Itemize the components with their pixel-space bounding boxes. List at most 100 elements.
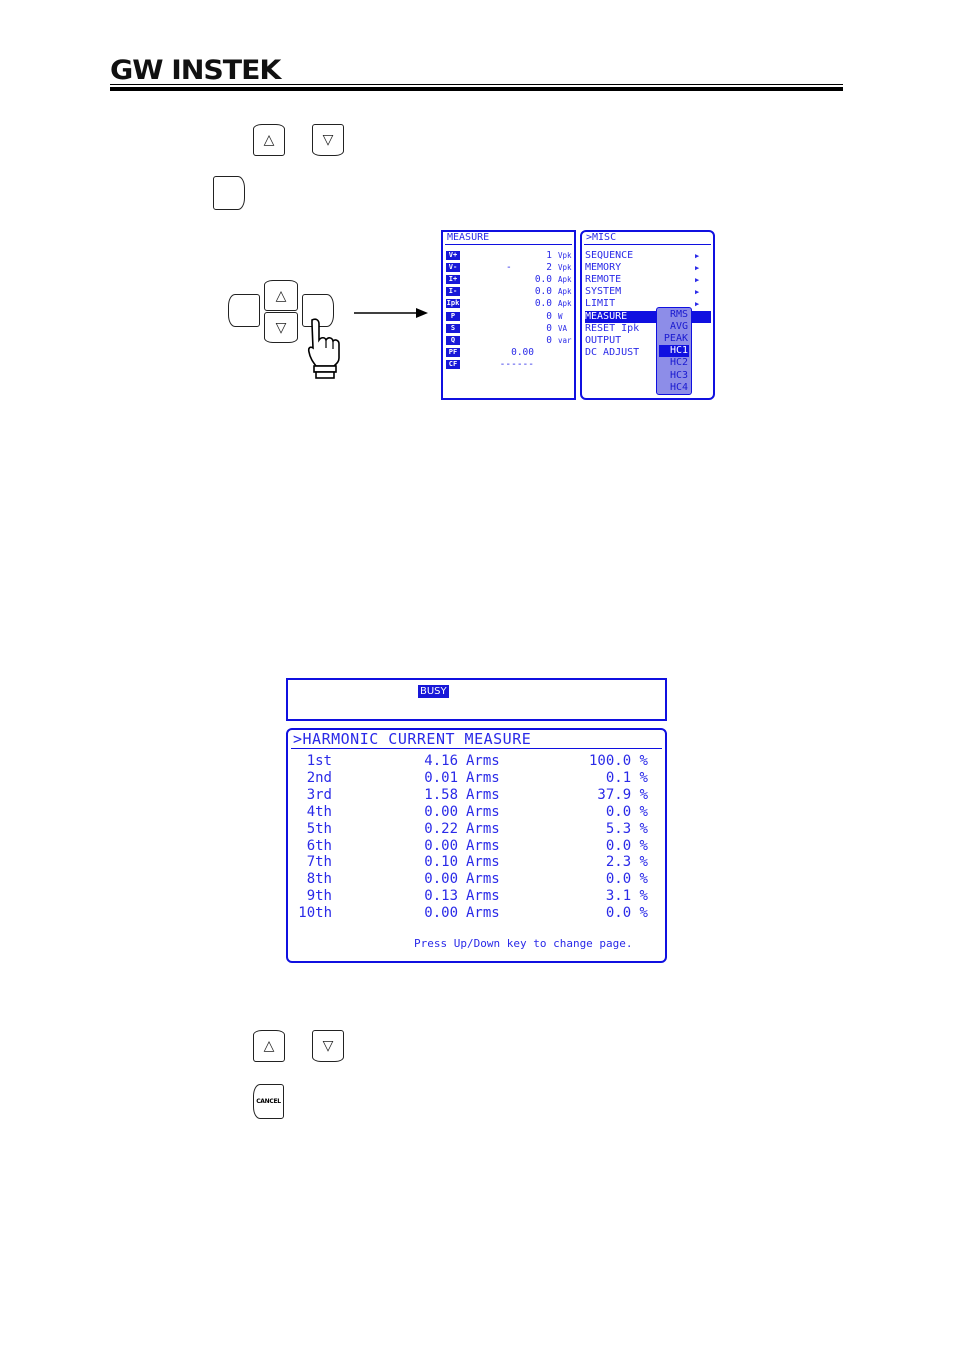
right-soft-key-button[interactable] xyxy=(213,176,245,210)
harmonic-current: 0.00 xyxy=(424,905,458,922)
harmonic-current: 0.10 xyxy=(424,854,458,871)
harmonic-unit: Arms xyxy=(466,837,500,854)
submenu-item-rms[interactable]: RMS xyxy=(670,309,688,321)
menu-item-remote[interactable]: REMOTE ▶ xyxy=(585,274,699,286)
harmonic-order: 10th xyxy=(298,905,332,922)
harmonic-row: 2nd 0.01 Arms 0.1 % xyxy=(288,770,664,787)
measure-sign: - xyxy=(506,262,512,274)
menu-item-label: RESET Ipk xyxy=(585,322,640,334)
harmonic-row: 3rd 1.58 Arms 37.9 % xyxy=(288,787,664,804)
menu-item-label: DC ADJUST xyxy=(585,346,640,358)
harmonic-current: 1.58 xyxy=(424,786,458,803)
measure-value: 2 xyxy=(546,262,552,274)
header-rule-thick xyxy=(110,87,843,91)
measure-value: 0.0 xyxy=(534,274,552,286)
measure-label-badge: I- xyxy=(446,287,460,297)
submenu-item-hc3[interactable]: HC3 xyxy=(670,370,688,382)
harmonic-unit: Arms xyxy=(466,888,500,905)
harmonic-unit: Arms xyxy=(466,803,500,820)
measure-submenu: RMS AVG PEAK HC1 HC2 HC3 HC4 xyxy=(656,307,692,395)
menu-item-sequence[interactable]: SEQUENCE ▶ xyxy=(585,250,699,262)
measure-row: S 0 VA xyxy=(446,323,574,335)
menu-item-label: MEASURE xyxy=(585,310,628,322)
harmonic-unit: Arms xyxy=(466,905,500,922)
harmonic-row: 8th 0.00 Arms 0.0 % xyxy=(288,871,664,888)
measure-label-badge: Ipk xyxy=(446,299,460,309)
measure-value: 0.0 xyxy=(534,298,552,310)
submenu-arrow-icon: ▶ xyxy=(695,300,700,309)
header-rule-thin xyxy=(110,84,843,85)
harmonic-unit: Arms xyxy=(466,753,500,769)
menu-item-system[interactable]: SYSTEM ▶ xyxy=(585,286,699,298)
cancel-key-label: CANCEL xyxy=(256,1098,281,1105)
measure-label-badge: V- xyxy=(446,263,460,273)
harmonic-row: 4th 0.00 Arms 0.0 % xyxy=(288,804,664,821)
menu-item-memory[interactable]: MEMORY ▶ xyxy=(585,262,699,274)
menu-item-measure[interactable]: MEASURE xyxy=(585,310,711,323)
harmonic-order: 8th xyxy=(306,871,332,888)
harmonic-row: 10th 0.00 Arms 0.0 % xyxy=(288,905,664,922)
measure-value: 1 xyxy=(546,250,552,261)
harmonic-current: 0.00 xyxy=(424,803,458,820)
gw-instek-logo: GW INSTEK xyxy=(110,55,281,86)
measure-label-badge: S xyxy=(446,323,460,333)
keypad-up-key[interactable]: △ xyxy=(264,280,298,311)
keypad-down-key[interactable]: ▽ xyxy=(264,312,298,343)
pressing-hand-icon xyxy=(307,318,340,379)
up-triangle-icon: △ xyxy=(263,132,275,148)
menu-item-label: LIMIT xyxy=(585,298,616,310)
harmonic-current: 0.00 xyxy=(424,871,458,888)
measure-row: I- 0.0 Apk xyxy=(446,286,574,298)
harmonic-row: 6th 0.00 Arms 0.0 % xyxy=(288,838,664,855)
measure-unit: Apk xyxy=(558,287,572,297)
measure-unit: Apk xyxy=(558,275,572,285)
harmonic-percent: 2.3 % xyxy=(605,854,648,871)
measure-row: Q 0 var xyxy=(446,335,574,347)
menu-item-limit[interactable]: LIMIT ▶ xyxy=(585,298,699,310)
submenu-item-hc4[interactable]: HC4 xyxy=(670,382,688,394)
left-soft-key[interactable] xyxy=(228,294,260,327)
measure-label-badge: I+ xyxy=(446,275,460,285)
harmonic-percent: 0.1 % xyxy=(605,769,648,786)
menu-item-dc-adjust[interactable]: DC ADJUST xyxy=(585,347,639,359)
measure-row: V- - 2 Vpk xyxy=(446,262,574,274)
menu-item-label: SYSTEM xyxy=(585,286,622,298)
submenu-arrow-icon: ▶ xyxy=(695,276,700,285)
down-triangle-icon: ▽ xyxy=(322,132,334,148)
harmonic-order: 7th xyxy=(306,854,332,871)
cancel-key-button[interactable]: CANCEL xyxy=(253,1084,284,1119)
menu-item-reset-ipk[interactable]: RESET Ipk xyxy=(585,323,639,335)
right-arrow-icon xyxy=(354,308,428,318)
down-triangle-icon: ▽ xyxy=(275,319,287,336)
submenu-item-avg[interactable]: AVG xyxy=(670,321,688,333)
up-triangle-icon: △ xyxy=(275,287,287,304)
menu-item-label: MEMORY xyxy=(585,262,622,274)
measure-value: 0 xyxy=(546,322,552,334)
harmonic-panel-title: >HARMONIC CURRENT MEASURE xyxy=(291,730,662,749)
harmonic-current: 0.13 xyxy=(424,888,458,905)
submenu-item-peak[interactable]: PEAK xyxy=(664,333,688,345)
harmonic-order: 9th xyxy=(306,888,332,905)
harmonic-current: 0.22 xyxy=(424,820,458,837)
menu-item-label: REMOTE xyxy=(585,274,622,286)
menu-item-label: SEQUENCE xyxy=(585,250,634,261)
harmonic-percent: 0.0 % xyxy=(605,837,648,854)
harmonic-row: 9th 0.13 Arms 3.1 % xyxy=(288,888,664,905)
harmonic-percent: 5.3 % xyxy=(605,820,648,837)
measure-row: I+ 0.0 Apk xyxy=(446,274,574,286)
down-key-button-2[interactable]: ▽ xyxy=(312,1030,344,1062)
measure-label-badge: P xyxy=(446,311,460,321)
harmonic-unit: Arms xyxy=(466,820,500,837)
up-key-button[interactable]: △ xyxy=(253,124,285,156)
harmonic-unit: Arms xyxy=(466,769,500,786)
measure-unit: Vpk xyxy=(558,251,572,260)
submenu-item-hc1[interactable]: HC1 xyxy=(659,345,689,358)
menu-item-output[interactable]: OUTPUT xyxy=(585,335,621,347)
up-key-button-2[interactable]: △ xyxy=(253,1030,285,1062)
measure-row: CF ------ xyxy=(446,359,574,371)
measure-row: P 0W xyxy=(446,311,574,323)
measure-unit: Apk xyxy=(558,299,572,309)
submenu-item-hc2[interactable]: HC2 xyxy=(670,357,688,369)
down-key-button[interactable]: ▽ xyxy=(312,124,344,156)
harmonic-unit: Arms xyxy=(466,786,500,803)
